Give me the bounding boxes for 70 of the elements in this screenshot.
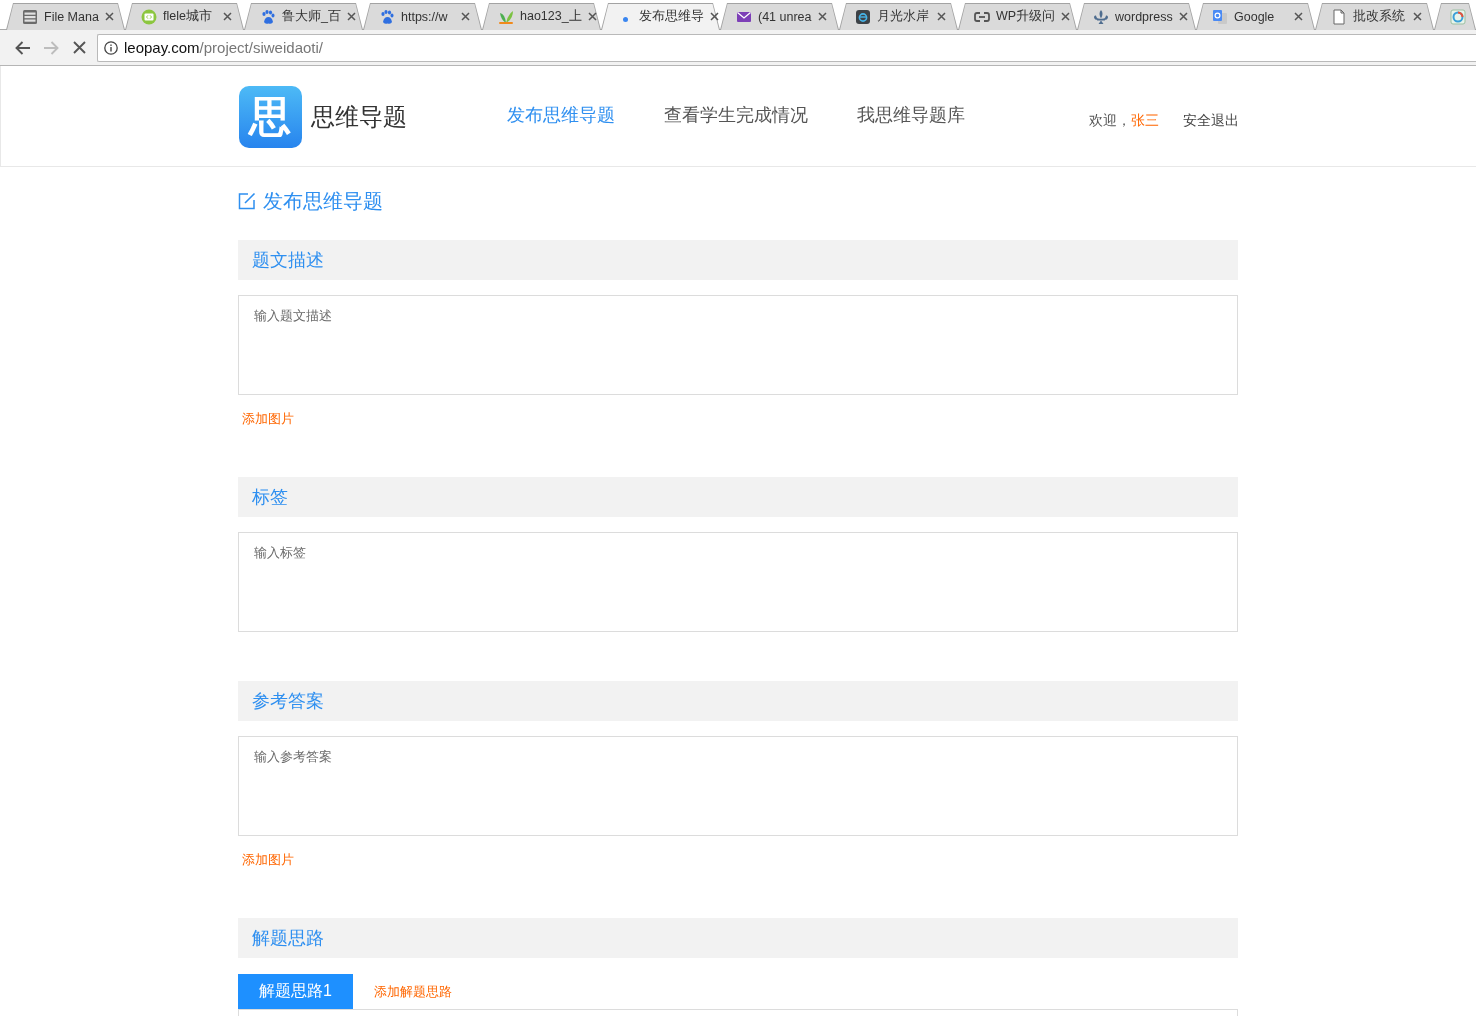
list-window-icon bbox=[22, 8, 38, 25]
textarea-field[interactable]: 输入题文描述 bbox=[238, 295, 1238, 395]
close-icon[interactable] bbox=[223, 12, 232, 21]
close-icon[interactable] bbox=[818, 12, 827, 21]
tab-title: wordpress bbox=[1115, 9, 1173, 24]
colorful-ring-icon bbox=[1450, 8, 1466, 25]
close-icon[interactable] bbox=[346, 12, 356, 21]
document-icon bbox=[1331, 8, 1347, 25]
tab-title: File Mana bbox=[44, 9, 99, 24]
paw-icon bbox=[379, 8, 395, 25]
logo-mark: 思 bbox=[238, 86, 302, 148]
browser-tab[interactable]: File Mana bbox=[6, 3, 125, 30]
tab-title: 鲁大师_百 bbox=[282, 8, 341, 25]
url-host: leopay.com bbox=[124, 39, 200, 56]
paw-icon bbox=[260, 8, 276, 25]
browser-tab[interactable]: wordpress bbox=[1077, 3, 1196, 30]
textarea-field[interactable]: 输入标签 bbox=[238, 532, 1238, 632]
fleur-de-lis-icon bbox=[1093, 8, 1109, 25]
section-header: 标签 bbox=[238, 477, 1238, 517]
browser-tab[interactable]: 批改系统 bbox=[1315, 3, 1434, 30]
close-icon bbox=[72, 41, 86, 54]
browser-tab[interactable]: flele城市 bbox=[125, 3, 244, 30]
greeting-text: 欢迎， bbox=[1088, 112, 1131, 130]
section-header: 参考答案 bbox=[238, 681, 1238, 721]
close-icon[interactable] bbox=[461, 12, 470, 21]
close-icon[interactable] bbox=[710, 12, 719, 21]
code-badge-icon bbox=[141, 8, 157, 25]
close-icon[interactable] bbox=[1294, 12, 1303, 21]
browser-tab[interactable]: (41 unrea bbox=[720, 3, 839, 30]
section-header: 题文描述 bbox=[238, 240, 1238, 280]
tab-title: WP升级问 bbox=[996, 8, 1056, 25]
forward-arrow-icon bbox=[43, 40, 59, 55]
close-icon[interactable] bbox=[937, 12, 946, 21]
tab-title: (41 unrea bbox=[758, 9, 812, 24]
tab-title: https://w bbox=[401, 9, 449, 24]
site-name: 思维导题 bbox=[310, 102, 407, 132]
browser-tab[interactable]: https://w bbox=[363, 3, 482, 30]
url-path: /project/siweidaoti/ bbox=[199, 39, 323, 56]
browser-tab[interactable] bbox=[1434, 3, 1476, 30]
tab-title: 月光水岸 bbox=[877, 8, 930, 25]
tab-title: Google bbox=[1234, 9, 1276, 24]
tab-title: hao123_上 bbox=[520, 8, 582, 25]
close-icon[interactable] bbox=[1413, 12, 1422, 21]
dark-tile-icon bbox=[855, 8, 871, 25]
sprout-icon bbox=[498, 8, 514, 25]
overlapping-squares-icon bbox=[1212, 8, 1228, 25]
page-title: 发布思维导题 bbox=[263, 188, 383, 214]
close-icon[interactable] bbox=[1178, 12, 1188, 21]
info-icon bbox=[104, 40, 118, 55]
address-bar[interactable]: leopay.com/project/siweidaoti/ bbox=[97, 33, 1476, 62]
browser-tab[interactable]: WP升级问 bbox=[958, 3, 1077, 30]
close-icon[interactable] bbox=[1061, 12, 1071, 21]
nav-link[interactable]: 我思维导题库 bbox=[856, 103, 965, 127]
textarea-field[interactable]: 输入参考答案 bbox=[238, 736, 1238, 836]
tab-title: 发布思维导 bbox=[639, 8, 704, 25]
close-icon[interactable] bbox=[587, 12, 597, 21]
browser-tab[interactable]: 发布思维导 bbox=[601, 3, 720, 30]
back-arrow-icon bbox=[15, 40, 31, 55]
browser-tab[interactable]: 月光水岸 bbox=[839, 3, 958, 30]
tab-title: flele城市 bbox=[163, 8, 213, 25]
browser-tab[interactable]: 鲁大师_百 bbox=[244, 3, 363, 30]
browser-tab[interactable]: hao123_上 bbox=[482, 3, 601, 30]
nav-link[interactable]: 查看学生完成情况 bbox=[663, 103, 808, 127]
loading-dot-icon bbox=[623, 17, 628, 22]
tab-title: 批改系统 bbox=[1353, 8, 1406, 25]
edit-icon bbox=[238, 192, 256, 210]
section-header: 解题思路 bbox=[238, 918, 1238, 958]
logout-link[interactable]: 安全退出 bbox=[1182, 112, 1239, 130]
close-icon[interactable] bbox=[104, 12, 114, 21]
browser-tab[interactable]: Google bbox=[1196, 3, 1315, 30]
